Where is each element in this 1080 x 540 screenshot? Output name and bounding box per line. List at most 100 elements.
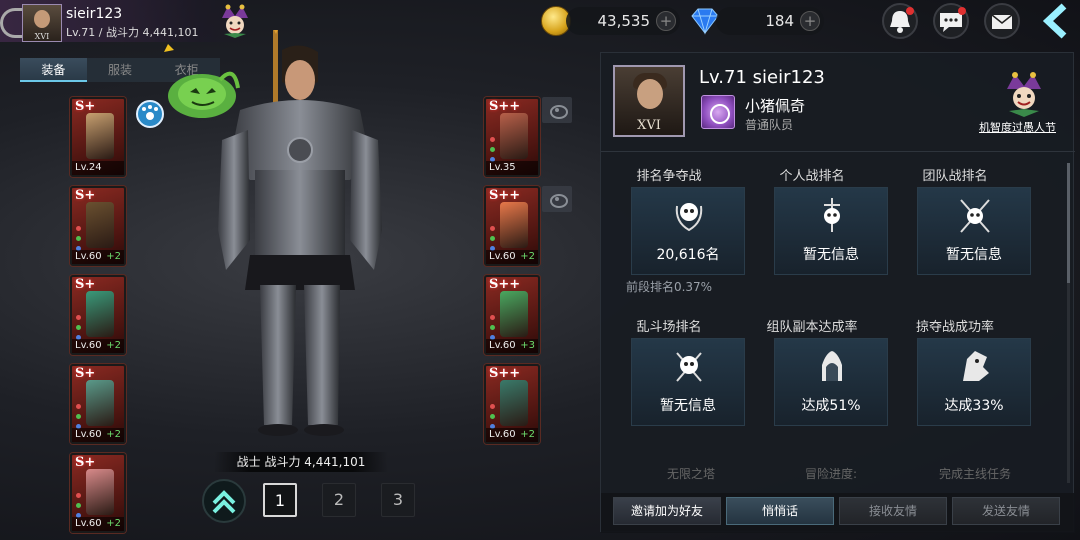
- equipment-slot[interactable]: S++ Lv.60 +2: [484, 186, 540, 266]
- socket-gem-icon: [490, 404, 495, 409]
- preset-page-2[interactable]: 2: [322, 483, 356, 517]
- stat-label: 个人战排名: [779, 169, 845, 184]
- player-avatar[interactable]: XVI: [22, 4, 62, 42]
- game-screen: XVI sieir123 Lv.71 / 战斗力 4,441,101 装备 服装…: [0, 0, 1080, 540]
- stat-label-faded: 无限之塔: [666, 467, 715, 481]
- item-grade: S+: [75, 188, 96, 203]
- item-grade: S++: [489, 366, 521, 381]
- equipment-slot[interactable]: S++ Lv.35: [484, 97, 540, 177]
- item-art-icon: [500, 202, 528, 248]
- add-gold-button[interactable]: +: [656, 11, 676, 31]
- stat-label: 组队副本达成率: [766, 320, 858, 335]
- socket-gem-icon: [76, 503, 81, 508]
- whisper-button[interactable]: 悄悄话: [726, 497, 834, 525]
- skull-sword-icon: [824, 198, 840, 232]
- equipment-slot[interactable]: S+ Lv.60 +2: [70, 186, 126, 266]
- stat-card[interactable]: 20,616名: [631, 187, 745, 275]
- chat-button[interactable]: [933, 3, 969, 39]
- item-enhance-level: +2: [106, 518, 121, 529]
- stat-card[interactable]: 暂无信息: [917, 187, 1031, 275]
- stat-label-faded: 冒险进度:: [804, 467, 858, 481]
- item-grade: S+: [75, 99, 96, 114]
- stat-value: 达成33%: [944, 398, 1004, 414]
- skull-spiked-icon: [676, 352, 702, 382]
- profile-title: Lv.71 sieir123: [699, 67, 825, 88]
- notification-button[interactable]: [882, 3, 918, 39]
- gem-amount: 184: [765, 12, 794, 30]
- stat-value: 暂无信息: [660, 398, 716, 414]
- item-grade: S++: [489, 188, 521, 203]
- envelope-icon: [991, 14, 1013, 29]
- equipment-slot[interactable]: S++ Lv.60 +2: [484, 364, 540, 444]
- toggle-visibility-eye-icon[interactable]: [542, 186, 572, 212]
- equipment-slot[interactable]: S+ Lv.60 +2: [70, 275, 126, 355]
- avatar-rank: XVI: [34, 32, 50, 41]
- tab-equipment[interactable]: 装备: [20, 58, 87, 82]
- menu-swirl-icon[interactable]: [0, 8, 22, 38]
- item-art-icon: [86, 113, 114, 159]
- guild-role: 普通队员: [745, 118, 794, 132]
- stat-card[interactable]: 暂无信息: [631, 338, 745, 426]
- equipment-slot[interactable]: S++ Lv.60 +3: [484, 275, 540, 355]
- item-grade: S++: [489, 99, 521, 114]
- item-enhance-level: +3: [520, 340, 535, 351]
- profile-avatar-rank: XVI: [637, 118, 661, 133]
- dragon-head-icon: [963, 351, 989, 381]
- back-arrow-icon[interactable]: [1036, 2, 1076, 40]
- upgrade-button[interactable]: [202, 479, 246, 523]
- equipment-slot[interactable]: S+ Lv.24: [70, 97, 126, 177]
- socket-gem-icon: [76, 325, 81, 330]
- stat-label: 掠夺战成功率: [915, 320, 994, 335]
- crown-altar-icon: [822, 351, 842, 381]
- stat-value: 暂无信息: [803, 247, 859, 263]
- profile-panel: XVI Lv.71 sieir123 小猪佩奇 普通队员 机智度过愚人节 排名争…: [600, 52, 1075, 533]
- stat-label: 乱斗场排名: [636, 320, 702, 335]
- socket-gem-icon: [490, 325, 495, 330]
- item-enhance-level: +2: [106, 429, 121, 440]
- stat-card[interactable]: 暂无信息: [774, 187, 888, 275]
- gem-currency: 184 +: [716, 7, 824, 35]
- bell-icon: [890, 7, 914, 33]
- stat-subtext: 前段排名0.37%: [625, 280, 713, 294]
- preset-page-3[interactable]: 3: [381, 483, 415, 517]
- stat-value: 20,616名: [656, 247, 720, 263]
- gold-amount: 43,535: [597, 12, 651, 30]
- panel-divider: [601, 151, 1075, 152]
- add-friend-button[interactable]: 邀请加为好友: [613, 497, 721, 525]
- send-friendship-button[interactable]: 发送友情: [952, 497, 1060, 525]
- jester-title-icon[interactable]: [1001, 71, 1047, 117]
- add-gem-button[interactable]: +: [800, 11, 820, 31]
- socket-gem-icon: [490, 137, 495, 142]
- player-name: sieir123: [66, 6, 123, 22]
- item-art-icon: [86, 469, 114, 515]
- toggle-visibility-eye-icon[interactable]: [542, 97, 572, 123]
- class-power-label: 战士 战斗力 4,441,101: [214, 452, 388, 472]
- item-enhance-level: +2: [106, 251, 121, 262]
- item-grade: S+: [75, 277, 96, 292]
- item-enhance-level: +2: [106, 340, 121, 351]
- stat-card[interactable]: 达成51%: [774, 338, 888, 426]
- chat-bubble-icon: [940, 7, 966, 32]
- stat-card[interactable]: 达成33%: [917, 338, 1031, 426]
- mail-button[interactable]: [984, 3, 1020, 39]
- player-level-power: Lv.71 / 战斗力 4,441,101: [66, 26, 199, 39]
- event-title-link[interactable]: 机智度过愚人节: [979, 119, 1056, 135]
- socket-gem-icon: [490, 414, 495, 419]
- item-art-icon: [86, 202, 114, 248]
- item-grade: S+: [75, 366, 96, 381]
- stat-label-faded: 完成主线任务: [938, 467, 1011, 481]
- preset-page-1[interactable]: 1: [263, 483, 297, 517]
- stat-value: 达成51%: [801, 398, 861, 414]
- stat-label: 团队战排名: [922, 169, 988, 184]
- equipment-slot[interactable]: S+ Lv.60 +2: [70, 364, 126, 444]
- socket-gem-icon: [490, 226, 495, 231]
- character-model[interactable]: [200, 30, 400, 450]
- socket-gem-icon: [76, 493, 81, 498]
- socket-gem-icon: [490, 147, 495, 152]
- skull-crossed-swords-icon: [960, 199, 990, 233]
- skull-wreath-icon: [675, 203, 703, 232]
- stats-scroll-thumb[interactable]: [1067, 163, 1070, 283]
- equipment-slot[interactable]: S+ Lv.60 +2: [70, 453, 126, 533]
- receive-friendship-button[interactable]: 接收友情: [839, 497, 947, 525]
- item-enhance-level: +2: [520, 429, 535, 440]
